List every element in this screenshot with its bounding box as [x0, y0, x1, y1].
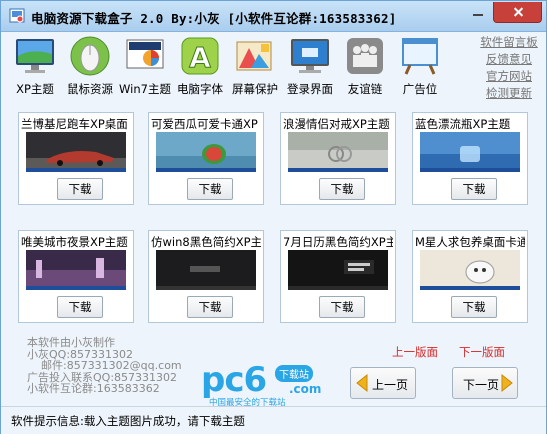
- download-button[interactable]: 下载: [57, 178, 103, 200]
- info-line: 邮件:857331302@qq.com: [27, 359, 182, 372]
- category-friend-links[interactable]: 友谊链: [339, 33, 391, 96]
- download-button[interactable]: 下载: [451, 178, 497, 200]
- next-page-label: 下一页: [463, 378, 500, 392]
- check-update-link[interactable]: 检测更新: [477, 85, 541, 102]
- download-button[interactable]: 下载: [57, 296, 103, 318]
- arrow-right-icon: [501, 373, 513, 393]
- theme-name: M星人求包养桌面卡通: [415, 235, 525, 249]
- feedback-link[interactable]: 反馈意见: [477, 51, 541, 68]
- svg-text:A: A: [189, 41, 211, 74]
- download-button[interactable]: 下载: [319, 296, 365, 318]
- theme-thumbnail: [420, 132, 520, 172]
- monitor-icon: [16, 39, 54, 73]
- app-window: 电脑资源下载盒子 2.0 By:小灰 [小软件互论群:163583362] XP…: [0, 0, 547, 434]
- info-line: 小软件互论群:163583362: [27, 382, 160, 395]
- category-login-screen[interactable]: 登录界面: [284, 33, 336, 96]
- login-screen-icon: [291, 39, 329, 73]
- window-title: 电脑资源下载盒子 2.0 By:小灰 [小软件互论群:163583362]: [31, 11, 397, 26]
- download-button[interactable]: 下载: [319, 178, 365, 200]
- win7-theme-icon: [126, 39, 164, 69]
- font-icon: A: [181, 37, 219, 75]
- theme-thumbnail: [288, 250, 388, 290]
- prev-page-label: 上一页: [372, 378, 409, 392]
- theme-card: 浪漫情侣对戒XP主题 下载: [280, 112, 396, 205]
- theme-thumbnail: [156, 132, 256, 172]
- status-bar: 软件提示信息:载入主题图片成功，请下载主题: [1, 406, 546, 434]
- theme-card: 7月日历黑色简约XP主 下载: [280, 230, 396, 323]
- mouse-icon: [70, 36, 110, 76]
- category-font[interactable]: A 电脑字体: [174, 33, 226, 96]
- category-toolbar: XP主题 鼠标资源 Win7主题 A 电脑字体 屏幕保护 登录界面 友谊链 广告…: [9, 33, 479, 99]
- app-icon: [9, 8, 25, 23]
- theme-thumbnail: [288, 132, 388, 172]
- theme-thumbnail: [420, 250, 520, 290]
- theme-thumbnail: [26, 250, 126, 290]
- side-links: 软件留言板 反馈意见 官方网站 检测更新: [477, 34, 541, 102]
- download-button[interactable]: 下载: [187, 296, 233, 318]
- theme-thumbnail: [156, 250, 256, 290]
- theme-card: 兰博基尼跑车XP桌面 下载: [18, 112, 134, 205]
- theme-card: 蓝色漂流瓶XP主题 下载: [412, 112, 528, 205]
- category-screensaver[interactable]: 屏幕保护: [229, 33, 281, 96]
- status-text: 软件提示信息:载入主题图片成功，请下载主题: [11, 414, 245, 428]
- download-button[interactable]: 下载: [451, 296, 497, 318]
- category-ad-slot[interactable]: 广告位: [394, 33, 446, 96]
- theme-name: 7月日历黑色简约XP主: [283, 235, 393, 249]
- theme-card: 唯美城市夜景XP主题 下载: [18, 230, 134, 323]
- theme-name: 蓝色漂流瓶XP主题: [415, 117, 511, 131]
- close-button[interactable]: [493, 2, 542, 23]
- theme-card: M星人求包养桌面卡通 下载: [412, 230, 528, 323]
- logo-domain: .com: [289, 382, 322, 396]
- title-bar[interactable]: 电脑资源下载盒子 2.0 By:小灰 [小软件互论群:163583362]: [1, 1, 546, 32]
- category-win7-theme[interactable]: Win7主题: [119, 33, 171, 96]
- theme-name: 仿win8黑色简约XP主: [151, 235, 261, 249]
- logo-badge: 下载站: [275, 365, 313, 382]
- theme-name: 唯美城市夜景XP主题: [21, 235, 128, 249]
- logo-main: pc6: [201, 360, 267, 400]
- prev-section-link[interactable]: 上一版面: [392, 344, 438, 360]
- arrow-left-icon: [356, 373, 368, 393]
- theme-thumbnail: [26, 132, 126, 172]
- category-xp-theme[interactable]: XP主题: [9, 33, 61, 96]
- theme-name: 可爱西瓜可爱卡通XP: [151, 117, 258, 131]
- category-label: 广告位: [402, 82, 438, 96]
- theme-name: 兰博基尼跑车XP桌面: [21, 117, 128, 131]
- next-section-link[interactable]: 下一版面: [459, 344, 505, 360]
- pc6-logo: pc6 下载站 .com 中国最安全的下载站: [201, 360, 341, 408]
- theme-card: 可爱西瓜可爱卡通XP 下载: [148, 112, 264, 205]
- message-board-link[interactable]: 软件留言板: [477, 34, 541, 51]
- screensaver-icon: [236, 41, 272, 71]
- friends-icon: [347, 38, 383, 74]
- minimize-button[interactable]: [465, 2, 491, 22]
- author-info: 本软件由小灰制作 小灰QQ:857331302 邮件:857331302@qq.…: [27, 337, 182, 395]
- category-mouse[interactable]: 鼠标资源: [64, 33, 116, 96]
- ad-board-icon: [402, 38, 438, 75]
- theme-card: 仿win8黑色简约XP主 下载: [148, 230, 264, 323]
- theme-name: 浪漫情侣对戒XP主题: [283, 117, 390, 131]
- next-page-button[interactable]: 下一页: [452, 367, 518, 399]
- official-site-link[interactable]: 官方网站: [477, 68, 541, 85]
- prev-page-button[interactable]: 上一页: [350, 367, 416, 399]
- info-line: 本软件由小灰制作: [27, 336, 115, 349]
- download-button[interactable]: 下载: [187, 178, 233, 200]
